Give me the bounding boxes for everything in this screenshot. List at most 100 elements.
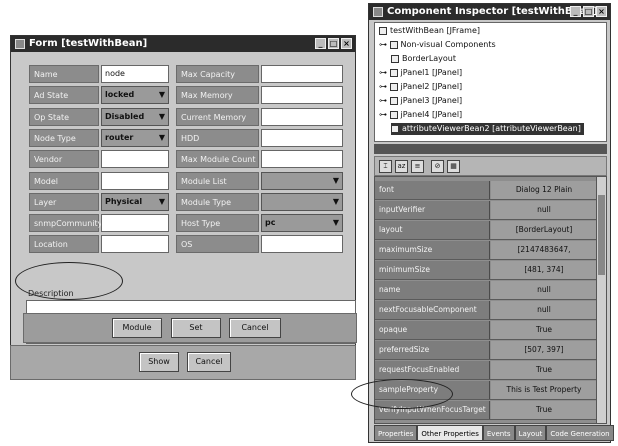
field-input[interactable]	[261, 235, 343, 253]
show-button[interactable]: Show	[139, 352, 179, 372]
property-value[interactable]: True	[491, 361, 597, 379]
set-button[interactable]: Set	[171, 318, 221, 338]
module-button[interactable]: Module	[112, 318, 162, 338]
field-label: Location	[29, 235, 99, 253]
tree-item[interactable]: ⊶ jPanel3 [JPanel]	[379, 95, 462, 107]
field-input[interactable]	[261, 86, 343, 104]
field-input[interactable]: node	[101, 65, 169, 83]
scroll-thumb[interactable]	[598, 195, 605, 275]
expand-icon[interactable]: ⊶	[379, 96, 390, 105]
select-value: locked	[105, 90, 135, 99]
field-input[interactable]	[101, 150, 169, 168]
property-row[interactable]: requestFocusEnabled True	[375, 361, 597, 380]
maximize-icon[interactable]: □	[583, 6, 594, 17]
field-input[interactable]	[101, 172, 169, 190]
property-row[interactable]: nextFocusableComponent null	[375, 301, 597, 320]
sort-type-icon[interactable]: ≡	[411, 160, 424, 173]
field-label: Op State	[29, 108, 99, 126]
field-select[interactable]: pc ▼	[261, 214, 343, 232]
tree-item[interactable]: testWithBean [JFrame]	[379, 25, 480, 37]
tree-item[interactable]: BorderLayout	[391, 53, 456, 65]
bottom-cancel-button[interactable]: Cancel	[187, 352, 231, 372]
property-row[interactable]: minimumSize [481, 374]	[375, 261, 597, 280]
field-select[interactable]: locked ▼	[101, 86, 169, 104]
minimize-icon[interactable]: _	[315, 38, 326, 49]
field-select[interactable]: Physical ▼	[101, 193, 169, 211]
dropdown-arrow-icon[interactable]: ▼	[159, 87, 165, 103]
property-row[interactable]: maximumSize[2147483647, 2147483647]	[375, 241, 597, 272]
property-value[interactable]: This is Test Property	[491, 381, 597, 399]
minimize-icon[interactable]: _	[570, 6, 581, 17]
property-value[interactable]: null	[491, 301, 597, 319]
close-icon[interactable]: ×	[341, 38, 352, 49]
select-value: router	[105, 133, 134, 142]
field-label: Max Module Count	[176, 150, 259, 168]
property-value[interactable]: [2147483647, 2147483647]	[491, 241, 597, 272]
tab-properties[interactable]: Properties	[374, 425, 418, 441]
dropdown-arrow-icon[interactable]: ▼	[333, 194, 339, 210]
form-titlebar[interactable]: Form [testWithBean] _ □ ×	[11, 36, 355, 52]
tab-layout[interactable]: Layout	[514, 425, 547, 441]
field-select[interactable]: router ▼	[101, 129, 169, 147]
tree-item-selected[interactable]: attributeViewerBean2 [attributeViewerBea…	[391, 123, 584, 135]
property-row[interactable]: preferredSize [507, 397]	[375, 341, 597, 360]
property-name: preferredSize	[375, 341, 490, 359]
property-value[interactable]: True	[491, 401, 597, 419]
dropdown-arrow-icon[interactable]: ▼	[159, 194, 165, 210]
inspector-titlebar[interactable]: Component Inspector [testWithBean] _ □ ×	[369, 4, 610, 20]
property-scrollbar[interactable]	[596, 177, 606, 423]
field-input[interactable]	[101, 235, 169, 253]
sort-alpha-icon[interactable]: az	[395, 160, 408, 173]
dropdown-arrow-icon[interactable]: ▼	[159, 109, 165, 125]
maximize-icon[interactable]: □	[328, 38, 339, 49]
field-input[interactable]	[261, 65, 343, 83]
dropdown-arrow-icon[interactable]: ▼	[333, 173, 339, 189]
field-label: snmpCommunity	[29, 214, 102, 232]
property-value[interactable]: Dialog 12 Plain	[491, 181, 597, 199]
property-row[interactable]: layout [BorderLayout]	[375, 221, 597, 240]
property-value[interactable]: [481, 374]	[491, 261, 597, 279]
tab-other-properties[interactable]: Other Properties	[417, 425, 483, 441]
layout-icon	[391, 54, 399, 63]
expand-icon[interactable]: ⊶	[379, 82, 390, 91]
property-value[interactable]: [507, 397]	[491, 341, 597, 359]
cancel-button[interactable]: Cancel	[229, 318, 281, 338]
field-select[interactable]: ▼	[261, 172, 343, 190]
dropdown-arrow-icon[interactable]: ▼	[159, 130, 165, 146]
expand-icon[interactable]: ⊶	[379, 110, 390, 119]
expand-icon[interactable]: ⊶	[379, 40, 390, 49]
property-row[interactable]: inputVerifier null	[375, 201, 597, 220]
field-select[interactable]: ▼	[261, 193, 343, 211]
property-row[interactable]: font Dialog 12 Plain	[375, 181, 597, 200]
property-name: inputVerifier	[375, 201, 490, 219]
tab-code-generation[interactable]: Code Generation	[546, 425, 614, 441]
close-icon[interactable]: ×	[596, 6, 607, 17]
tree-item[interactable]: ⊶ jPanel1 [JPanel]	[379, 67, 462, 79]
field-label: Module List	[176, 172, 259, 190]
tree-item[interactable]: ⊶ Non-visual Components	[379, 39, 496, 51]
splitter[interactable]	[374, 144, 607, 154]
field-input[interactable]	[261, 129, 343, 147]
expand-icon[interactable]: ⊶	[379, 68, 390, 77]
tree-item[interactable]: ⊶ jPanel2 [JPanel]	[379, 81, 462, 93]
field-input[interactable]	[261, 150, 343, 168]
tree-item[interactable]: ⊶ jPanel4 [JPanel]	[379, 109, 462, 121]
property-value[interactable]: [BorderLayout]	[491, 221, 597, 239]
sort-none-icon[interactable]: ⌶	[379, 160, 392, 173]
property-row[interactable]: name null	[375, 281, 597, 300]
field-input[interactable]	[261, 108, 343, 126]
property-value[interactable]: True	[491, 321, 597, 339]
field-input[interactable]	[101, 214, 169, 232]
inspector-icon	[373, 7, 383, 17]
bean-icon	[391, 124, 399, 133]
property-value[interactable]: null	[491, 281, 597, 299]
property-value[interactable]: null	[491, 201, 597, 219]
customize-icon[interactable]: ▦	[447, 160, 460, 173]
property-row[interactable]: opaque True	[375, 321, 597, 340]
dropdown-arrow-icon[interactable]: ▼	[333, 215, 339, 231]
field-select[interactable]: Disabled ▼	[101, 108, 169, 126]
filter-icon[interactable]: ⊘	[431, 160, 444, 173]
folder-icon	[389, 40, 398, 49]
tab-events[interactable]: Events	[482, 425, 515, 441]
field-label: OS	[176, 235, 259, 253]
